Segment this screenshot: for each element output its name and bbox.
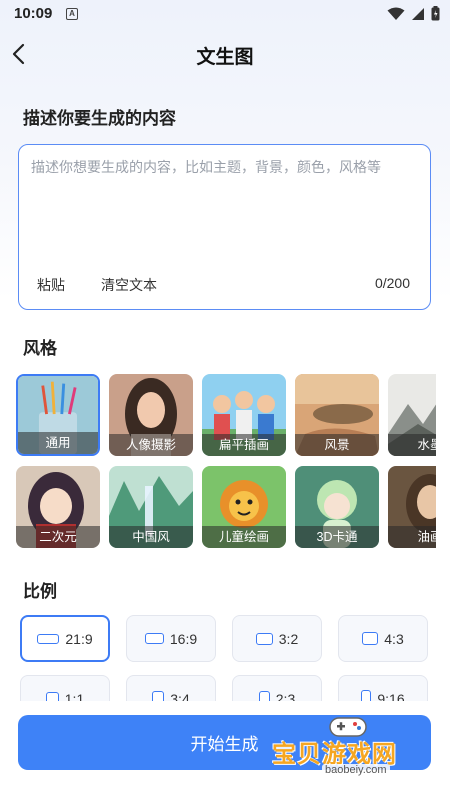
- ratio-label: 9:16: [377, 690, 405, 702]
- style-label: 人像摄影: [109, 434, 193, 456]
- style-grid: 通用 人像摄影 扁平插画 风景 水 二次元 中国风 儿童绘画 3D卡通 油: [16, 374, 436, 548]
- ratio-shape-icon: [37, 633, 60, 644]
- status-icons: [387, 6, 440, 21]
- style-option-general[interactable]: 通用: [16, 374, 100, 456]
- style-option-children-drawing[interactable]: 儿童绘画: [202, 466, 286, 548]
- prompt-section-title: 描述你要生成的内容: [23, 109, 176, 128]
- style-option-ink-wash[interactable]: 水墨: [388, 374, 436, 456]
- ratio-option-4-3[interactable]: 4:3: [338, 615, 428, 662]
- battery-icon: [431, 6, 440, 21]
- ratio-label: 1:1: [64, 690, 85, 702]
- style-label: 风景: [295, 434, 379, 456]
- style-option-chinese-style[interactable]: 中国风: [109, 466, 193, 548]
- notification-icon: A: [66, 8, 78, 20]
- style-option-flat-illustration[interactable]: 扁平插画: [202, 374, 286, 456]
- style-label: 扁平插画: [202, 434, 286, 456]
- style-label: 通用: [18, 432, 98, 454]
- start-generate-button[interactable]: 开始生成: [18, 715, 431, 770]
- style-label: 中国风: [109, 526, 193, 548]
- ratio-label: 3:4: [170, 690, 190, 702]
- ratio-shape-icon: [255, 632, 273, 645]
- ratio-label: 4:3: [384, 630, 404, 647]
- style-label: 儿童绘画: [202, 526, 286, 548]
- clear-text-button[interactable]: 清空文本: [101, 275, 157, 295]
- style-section-title: 风格: [23, 339, 57, 358]
- status-time: 10:09: [14, 5, 53, 22]
- ratio-option-9-16[interactable]: 9:16: [338, 675, 428, 701]
- ratio-option-1-1[interactable]: 1:1: [20, 675, 110, 701]
- page-title: 文生图: [196, 47, 254, 68]
- style-option-oil-painting[interactable]: 油画: [388, 466, 436, 548]
- ratio-option-3-4[interactable]: 3:4: [126, 675, 216, 701]
- ratio-option-16-9[interactable]: 16:9: [126, 615, 216, 662]
- style-option-anime[interactable]: 二次元: [16, 466, 100, 548]
- char-count: 0/200: [374, 275, 410, 291]
- ratio-label: 21:9: [65, 630, 93, 647]
- ratio-section-title: 比例: [23, 582, 57, 601]
- status-bar: 10:09 A: [0, 0, 450, 28]
- ratio-label: 2:3: [275, 690, 296, 702]
- style-label: 水墨: [388, 434, 436, 456]
- signal-icon: [412, 7, 424, 20]
- ratio-shape-icon: [361, 690, 372, 701]
- style-option-3d-cartoon[interactable]: 3D卡通: [295, 466, 379, 548]
- style-label: 油画: [388, 526, 436, 548]
- style-label: 3D卡通: [295, 526, 379, 548]
- paste-button[interactable]: 粘贴: [37, 275, 65, 295]
- ratio-label: 3:2: [278, 630, 299, 647]
- ratio-shape-icon: [45, 692, 59, 701]
- nav-bar: 文生图: [0, 28, 450, 80]
- ratio-option-21-9[interactable]: 21:9: [20, 615, 110, 662]
- style-label: 二次元: [16, 526, 100, 548]
- wifi-icon: [387, 7, 405, 20]
- style-option-portrait[interactable]: 人像摄影: [109, 374, 193, 456]
- ratio-shape-icon: [362, 632, 379, 645]
- ratio-option-3-2[interactable]: 3:2: [232, 615, 322, 662]
- prompt-input[interactable]: [31, 157, 419, 257]
- ratio-shape-icon: [258, 690, 270, 701]
- ratio-shape-icon: [152, 691, 165, 701]
- ratio-option-2-3[interactable]: 2:3: [232, 675, 322, 701]
- ratio-label: 16:9: [169, 630, 198, 647]
- prompt-box: 粘贴 清空文本 0/200: [18, 144, 431, 310]
- ratio-grid: 21:9 16:9 3:2 4:3 1:1 3:4 2:3 9:16: [20, 615, 432, 701]
- style-option-landscape[interactable]: 风景: [295, 374, 379, 456]
- ratio-shape-icon: [144, 633, 164, 644]
